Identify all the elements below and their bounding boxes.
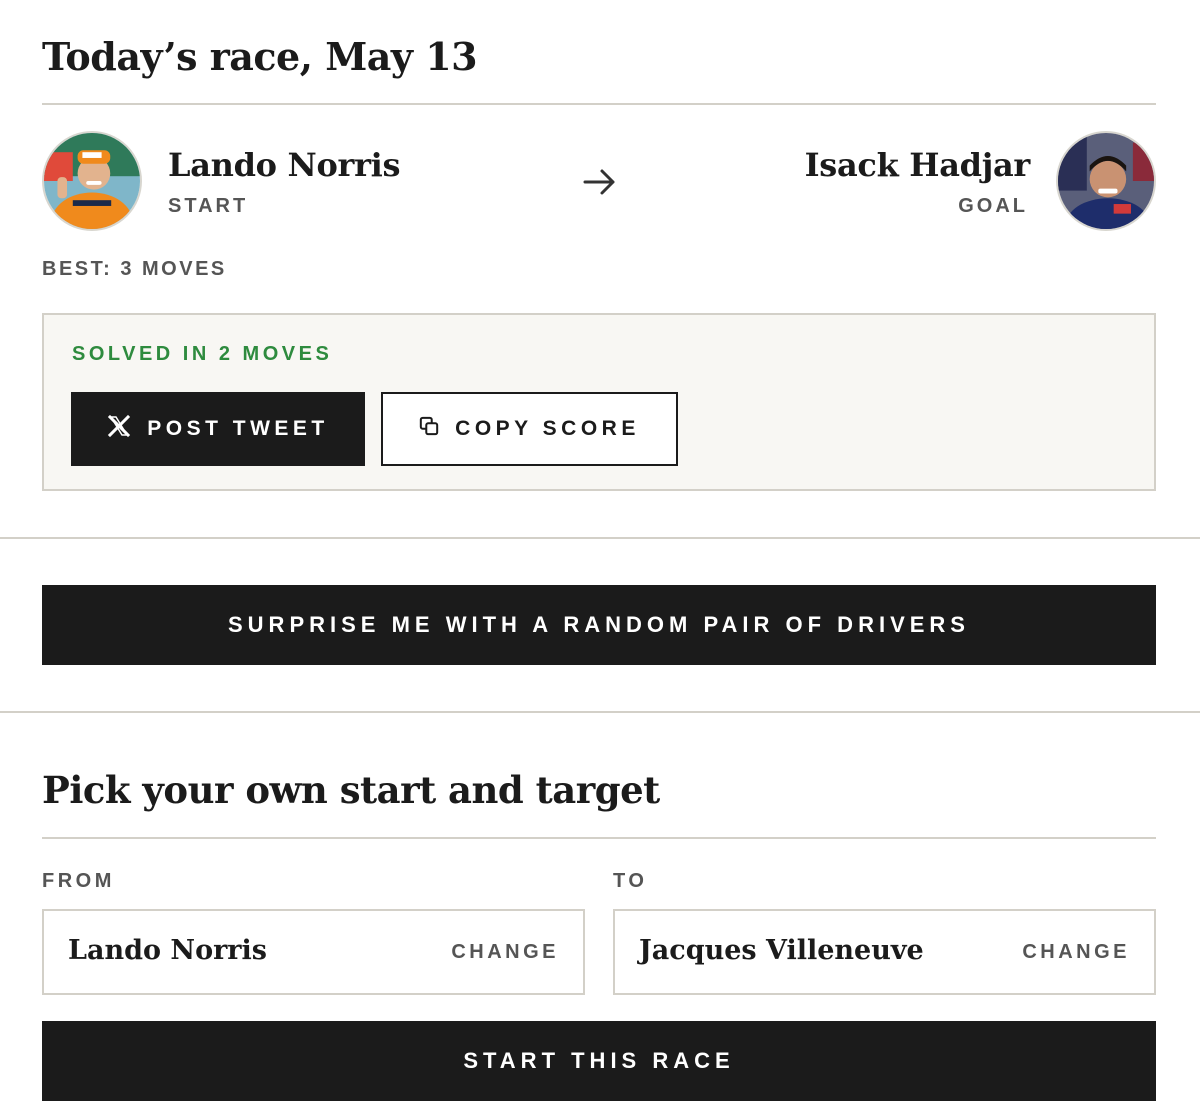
page-title: Today’s race, May 13: [42, 34, 478, 79]
section-divider: [0, 537, 1200, 539]
result-panel: SOLVED IN 2 MOVES POST TWEET COPY SCORE: [42, 313, 1156, 491]
best-moves: BEST: 3 MOVES: [42, 258, 227, 280]
copy-icon: [419, 416, 439, 442]
post-tweet-button[interactable]: POST TWEET: [71, 392, 365, 466]
post-tweet-label: POST TWEET: [147, 417, 329, 440]
from-change-button[interactable]: CHANGE: [451, 941, 559, 964]
solved-status: SOLVED IN 2 MOVES: [72, 343, 333, 365]
copy-score-label: COPY SCORE: [455, 417, 640, 440]
custom-race-title: Pick your own start and target: [42, 768, 660, 812]
to-field[interactable]: Jacques Villeneuve CHANGE: [613, 909, 1156, 995]
start-race-label: START THIS RACE: [463, 1048, 735, 1073]
start-driver-photo: [44, 133, 140, 229]
start-driver-name: Lando Norris: [168, 146, 401, 184]
goal-driver-name: Isack Hadjar: [804, 146, 1031, 184]
from-field[interactable]: Lando Norris CHANGE: [42, 909, 585, 995]
to-label: TO: [613, 870, 648, 892]
start-driver-role: START: [168, 195, 249, 217]
from-driver-value: Lando Norris: [68, 935, 267, 966]
random-pair-label: SURPRISE ME WITH A RANDOM PAIR OF DRIVER…: [228, 612, 970, 637]
title-divider: [42, 103, 1156, 105]
goal-driver-avatar: [1056, 131, 1156, 231]
start-race-button[interactable]: START THIS RACE: [42, 1021, 1156, 1101]
section-divider: [0, 711, 1200, 713]
from-label: FROM: [42, 870, 115, 892]
to-change-button[interactable]: CHANGE: [1022, 941, 1130, 964]
goal-driver-role: GOAL: [958, 195, 1028, 217]
custom-title-divider: [42, 837, 1156, 839]
arrow-right-icon: [580, 162, 620, 202]
copy-score-button[interactable]: COPY SCORE: [381, 392, 678, 466]
goal-driver-photo: [1058, 133, 1154, 229]
start-driver-avatar: [42, 131, 142, 231]
to-driver-value: Jacques Villeneuve: [639, 935, 924, 966]
random-pair-button[interactable]: SURPRISE ME WITH A RANDOM PAIR OF DRIVER…: [42, 585, 1156, 665]
x-logo-icon: [107, 414, 131, 444]
